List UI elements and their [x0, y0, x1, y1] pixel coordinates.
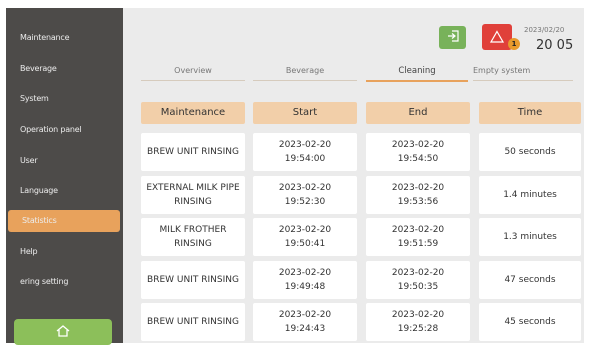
table-row-partial	[479, 344, 581, 349]
end-time: 19:53:56	[397, 197, 439, 207]
table-row-partial	[366, 344, 470, 349]
table-row-end: 2023-02-20 19:50:35	[366, 261, 470, 299]
sidebar-item-system[interactable]: System	[6, 88, 123, 110]
sidebar-item-ering-setting[interactable]: ering setting	[6, 271, 123, 293]
table-row-partial	[141, 344, 245, 349]
column-header-maintenance: Maintenance	[141, 102, 245, 124]
start-date: 2023-02-20	[278, 310, 332, 320]
start-date: 2023-02-20	[278, 225, 332, 235]
sidebar-item-language[interactable]: Language	[6, 180, 123, 202]
table-row-end: 2023-02-20 19:51:59	[366, 218, 470, 256]
table-row-duration: 1.3 minutes	[479, 218, 581, 256]
sidebar-item-help[interactable]: Help	[6, 241, 123, 263]
sidebar: Maintenance Beverage System Operation pa…	[6, 8, 123, 343]
tab-beverage[interactable]: Beverage	[253, 62, 357, 81]
start-time: 19:54:00	[284, 154, 326, 164]
table-row-name: BREW UNIT RINSING	[141, 261, 245, 299]
table-row-end: 2023-02-20 19:25:28	[366, 303, 470, 341]
sidebar-item-statistics[interactable]: Statistics	[8, 210, 120, 232]
exit-button[interactable]	[439, 26, 466, 49]
sidebar-item-operation-panel[interactable]: Operation panel	[6, 119, 123, 141]
start-date: 2023-02-20	[278, 140, 332, 150]
alarm-count-badge: 1	[508, 38, 520, 50]
table-row-start: 2023-02-20 19:49:48	[253, 261, 357, 299]
header-date: 2023/02/20	[524, 26, 565, 34]
exit-icon	[446, 28, 460, 47]
end-time: 19:25:28	[397, 324, 439, 334]
end-time: 19:50:35	[397, 282, 439, 292]
table-row-end: 2023-02-20 19:54:50	[366, 133, 470, 171]
table-row-name: MILK FROTHER RINSING	[141, 218, 245, 256]
table-row-duration: 47 seconds	[479, 261, 581, 299]
table-row-name: BREW UNIT RINSING	[141, 303, 245, 341]
start-date: 2023-02-20	[278, 183, 332, 193]
table-row-name: BREW UNIT RINSING	[141, 133, 245, 171]
start-time: 19:50:41	[284, 239, 326, 249]
end-date: 2023-02-20	[391, 268, 445, 278]
tab-cleaning[interactable]: Cleaning	[366, 62, 468, 82]
end-time: 19:51:59	[397, 239, 439, 249]
sidebar-item-maintenance[interactable]: Maintenance	[6, 27, 123, 49]
sidebar-item-user[interactable]: User	[6, 150, 123, 172]
end-time: 19:54:50	[397, 154, 439, 164]
end-date: 2023-02-20	[391, 225, 445, 235]
table-row-start: 2023-02-20 19:24:43	[253, 303, 357, 341]
start-time: 19:49:48	[284, 282, 326, 292]
table-row-start: 2023-02-20 19:50:41	[253, 218, 357, 256]
home-button[interactable]	[14, 319, 112, 345]
table-row-start: 2023-02-20 19:54:00	[253, 133, 357, 171]
column-header-start: Start	[253, 102, 357, 124]
tab-overview[interactable]: Overview	[141, 62, 245, 81]
column-header-time: Time	[479, 102, 581, 124]
table-row-name: EXTERNAL MILK PIPE RINSING	[141, 176, 245, 214]
table-row-duration: 1.4 minutes	[479, 176, 581, 214]
start-date: 2023-02-20	[278, 268, 332, 278]
table-row-duration: 45 seconds	[479, 303, 581, 341]
table-row-end: 2023-02-20 19:53:56	[366, 176, 470, 214]
start-time: 19:52:30	[284, 197, 326, 207]
table-row-partial	[253, 344, 357, 349]
tab-empty-system[interactable]: Empty system	[473, 62, 573, 81]
home-icon	[55, 323, 71, 342]
header-time: 20 05	[536, 38, 574, 53]
table-row-duration: 50 seconds	[479, 133, 581, 171]
end-date: 2023-02-20	[391, 310, 445, 320]
warning-icon	[489, 28, 505, 47]
end-date: 2023-02-20	[391, 183, 445, 193]
sidebar-item-beverage[interactable]: Beverage	[6, 58, 123, 80]
end-date: 2023-02-20	[391, 140, 445, 150]
column-header-end: End	[366, 102, 470, 124]
table-row-start: 2023-02-20 19:52:30	[253, 176, 357, 214]
start-time: 19:24:43	[284, 324, 326, 334]
